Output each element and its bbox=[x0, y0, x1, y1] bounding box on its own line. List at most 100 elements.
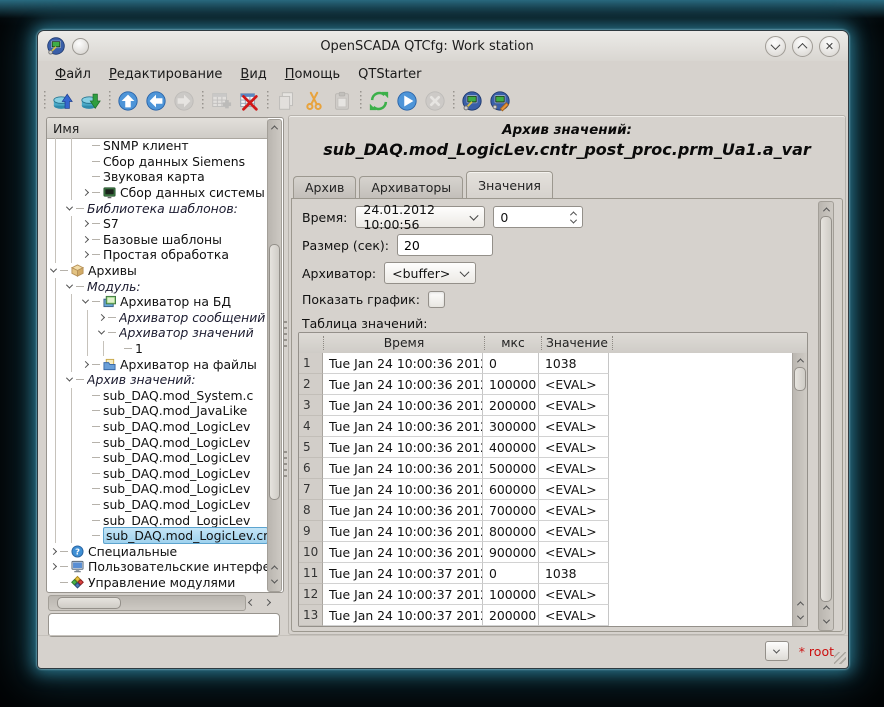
maximize-button[interactable] bbox=[792, 36, 813, 57]
tree-item[interactable]: sub_DAQ.mod_LogicLev bbox=[47, 434, 268, 450]
tree-expander-icon[interactable] bbox=[47, 549, 60, 554]
table-row[interactable]: 2Tue Jan 24 10:00:36 2012100000<EVAL> bbox=[299, 374, 793, 395]
back-button[interactable] bbox=[143, 88, 169, 114]
row-number[interactable]: 5 bbox=[299, 437, 323, 458]
tree-column-header[interactable]: Имя bbox=[47, 118, 268, 139]
scroll-up-icon[interactable] bbox=[793, 597, 807, 609]
cell-time[interactable]: Tue Jan 24 10:00:36 2012 bbox=[323, 500, 483, 521]
row-number[interactable]: 12 bbox=[299, 584, 323, 605]
menu-item[interactable]: Помощь bbox=[276, 64, 349, 85]
tab-Значения[interactable]: Значения bbox=[466, 171, 553, 198]
table-row[interactable]: 1Tue Jan 24 10:00:36 201201038 bbox=[299, 353, 793, 374]
scroll-down-icon[interactable] bbox=[268, 575, 281, 587]
cell-usec[interactable]: 300000 bbox=[483, 416, 539, 437]
scroll-up-icon[interactable] bbox=[819, 203, 833, 215]
size-input[interactable] bbox=[397, 234, 493, 256]
cell-time[interactable]: Tue Jan 24 10:00:36 2012 bbox=[323, 521, 483, 542]
tree-item[interactable]: Архив значений: bbox=[47, 372, 268, 388]
menu-item[interactable]: QTStarter bbox=[349, 64, 430, 85]
tree-expander-icon[interactable] bbox=[47, 268, 60, 273]
cell-usec[interactable]: 900000 bbox=[483, 542, 539, 563]
cell-value[interactable]: <EVAL> bbox=[539, 500, 609, 521]
tree-filter-input[interactable] bbox=[48, 613, 280, 637]
cell-time[interactable]: Tue Jan 24 10:00:37 2012 bbox=[323, 584, 483, 605]
content-scrollbar-thumb[interactable] bbox=[820, 216, 832, 602]
tree-expander-icon[interactable] bbox=[79, 299, 92, 304]
tree-expander-icon[interactable] bbox=[79, 190, 92, 195]
tree-expander-icon[interactable] bbox=[79, 237, 92, 242]
cell-time[interactable]: Tue Jan 24 10:00:37 2012 bbox=[323, 563, 483, 584]
table-row[interactable]: 13Tue Jan 24 10:00:37 2012200000<EVAL> bbox=[299, 605, 793, 626]
row-number[interactable]: 11 bbox=[299, 563, 323, 584]
tree-item[interactable]: 1 bbox=[47, 341, 268, 357]
table-vertical-scrollbar[interactable] bbox=[792, 353, 807, 626]
tree-item[interactable]: Базовые шаблоны bbox=[47, 232, 268, 248]
table-row[interactable]: 4Tue Jan 24 10:00:36 2012300000<EVAL> bbox=[299, 416, 793, 437]
cell-value[interactable]: <EVAL> bbox=[539, 584, 609, 605]
table-row[interactable]: 8Tue Jan 24 10:00:36 2012700000<EVAL> bbox=[299, 500, 793, 521]
tree-item[interactable]: Архиватор на БД bbox=[47, 294, 268, 310]
tree-item[interactable]: sub_DAQ.mod_LogicLev bbox=[47, 450, 268, 466]
qtcfg-config-button[interactable] bbox=[487, 88, 513, 114]
tree-item[interactable]: Сбор данных Siemens bbox=[47, 154, 268, 170]
row-number[interactable]: 10 bbox=[299, 542, 323, 563]
scroll-right-icon[interactable] bbox=[260, 595, 274, 609]
qtcfg-tools-button[interactable] bbox=[459, 88, 485, 114]
scroll-up-icon[interactable] bbox=[793, 354, 807, 366]
table-row[interactable]: 12Tue Jan 24 10:00:37 2012100000<EVAL> bbox=[299, 584, 793, 605]
tree-expander-icon[interactable] bbox=[95, 315, 108, 320]
cell-usec[interactable]: 700000 bbox=[483, 500, 539, 521]
row-number[interactable]: 4 bbox=[299, 416, 323, 437]
tree-vertical-scrollbar[interactable] bbox=[267, 119, 282, 592]
cell-value[interactable]: <EVAL> bbox=[539, 395, 609, 416]
tree-item[interactable]: Звуковая карта bbox=[47, 169, 268, 185]
row-number[interactable]: 6 bbox=[299, 458, 323, 479]
content-vertical-scrollbar[interactable] bbox=[818, 201, 834, 631]
scroll-up-icon[interactable] bbox=[268, 561, 281, 573]
cell-usec[interactable]: 800000 bbox=[483, 521, 539, 542]
tree-item[interactable]: Архиватор сообщений bbox=[47, 310, 268, 326]
tree-expander-icon[interactable] bbox=[79, 252, 92, 257]
tree-hscrollbar-thumb[interactable] bbox=[57, 597, 121, 609]
tree-item[interactable]: sub_DAQ.mod_LogicLev bbox=[47, 497, 268, 513]
row-number[interactable]: 3 bbox=[299, 395, 323, 416]
archiver-combobox[interactable]: <buffer> bbox=[384, 262, 476, 284]
cell-usec[interactable]: 200000 bbox=[483, 605, 539, 626]
row-number[interactable]: 13 bbox=[299, 605, 323, 626]
user-dropdown[interactable] bbox=[765, 641, 789, 661]
time-combobox[interactable]: 24.01.2012 10:00:56 bbox=[355, 206, 485, 228]
load-button[interactable] bbox=[50, 88, 76, 114]
table-row[interactable]: 7Tue Jan 24 10:00:36 2012600000<EVAL> bbox=[299, 479, 793, 500]
tree-item[interactable]: S7 bbox=[47, 216, 268, 232]
tree-item[interactable]: Архиватор на файлы bbox=[47, 356, 268, 372]
cell-usec[interactable]: 100000 bbox=[483, 374, 539, 395]
row-number[interactable]: 9 bbox=[299, 521, 323, 542]
tab-Архиваторы[interactable]: Архиваторы bbox=[359, 176, 463, 198]
tab-Архив[interactable]: Архив bbox=[293, 176, 356, 198]
cell-usec[interactable]: 500000 bbox=[483, 458, 539, 479]
table-column-header[interactable]: мкс bbox=[485, 336, 542, 350]
tree-expander-icon[interactable] bbox=[79, 362, 92, 367]
tree-expander-icon[interactable] bbox=[63, 377, 76, 382]
table-column-header[interactable]: Значение bbox=[542, 336, 613, 350]
scroll-up-icon[interactable] bbox=[268, 121, 281, 133]
cell-value[interactable]: <EVAL> bbox=[539, 458, 609, 479]
row-number[interactable]: 2 bbox=[299, 374, 323, 395]
tree-expander-icon[interactable] bbox=[95, 330, 108, 335]
row-number[interactable]: 8 bbox=[299, 500, 323, 521]
titlebar[interactable]: OpenSCADA QTCfg: Work station ✕ bbox=[38, 31, 848, 61]
scroll-left-icon[interactable] bbox=[244, 595, 258, 609]
delete-item-button[interactable] bbox=[236, 88, 262, 114]
cell-value[interactable]: 1038 bbox=[539, 563, 609, 584]
menu-item[interactable]: Редактирование bbox=[100, 64, 231, 85]
cell-value[interactable]: 1038 bbox=[539, 353, 609, 374]
cell-time[interactable]: Tue Jan 24 10:00:36 2012 bbox=[323, 458, 483, 479]
tree-item[interactable]: Модуль: bbox=[47, 278, 268, 294]
cut-button[interactable] bbox=[301, 88, 327, 114]
row-number[interactable]: 1 bbox=[299, 353, 323, 374]
scroll-down-icon[interactable] bbox=[819, 615, 833, 627]
save-button[interactable] bbox=[78, 88, 104, 114]
tree-expander-icon[interactable] bbox=[63, 206, 76, 211]
tree-item[interactable]: SNMP клиент bbox=[47, 138, 268, 154]
cell-time[interactable]: Tue Jan 24 10:00:37 2012 bbox=[323, 605, 483, 626]
